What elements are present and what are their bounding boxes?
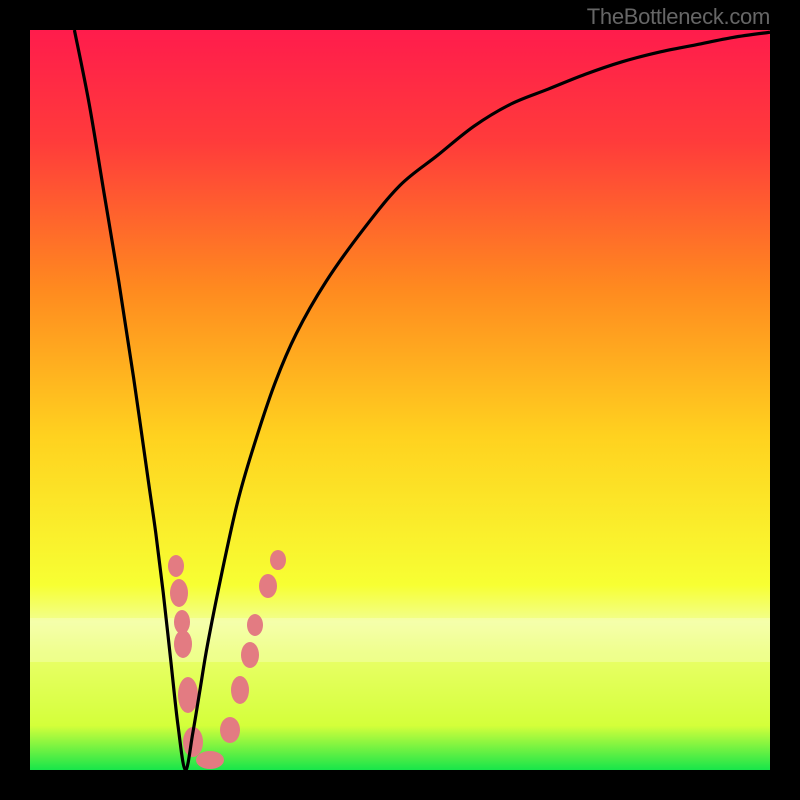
curve-marker (178, 677, 198, 713)
chart-frame: TheBottleneck.com (0, 0, 800, 800)
curve-marker (168, 555, 184, 577)
plot-area (30, 30, 770, 770)
curve-marker (247, 614, 263, 636)
curve-marker (196, 751, 224, 769)
curve-marker (170, 579, 188, 607)
chart-svg (30, 30, 770, 770)
attribution-text: TheBottleneck.com (587, 4, 770, 30)
curve-marker (241, 642, 259, 668)
curve-marker (231, 676, 249, 704)
light-band (30, 618, 770, 662)
curve-marker (220, 717, 240, 743)
curve-marker (270, 550, 286, 570)
curve-marker (174, 630, 192, 658)
curve-marker (259, 574, 277, 598)
